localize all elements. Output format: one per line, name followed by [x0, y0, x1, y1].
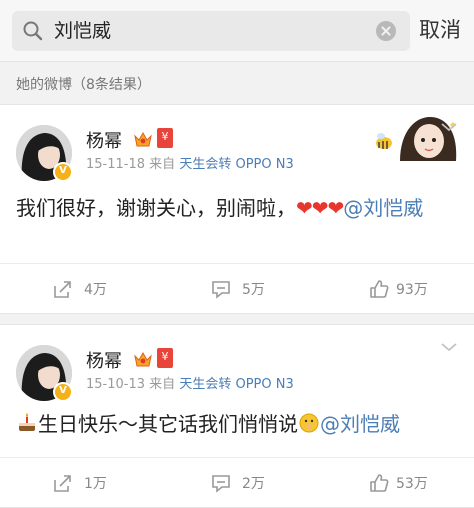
like-count: 53万	[396, 476, 428, 492]
search-query: 刘恺威	[54, 20, 112, 42]
comment-button[interactable]: 2万	[158, 458, 316, 508]
post-date: 15-11-18	[86, 157, 146, 172]
result-header: 她的微博（8条结果）	[0, 62, 474, 104]
post-meta: 15-11-18 来自 天生会转 OPPO N3	[86, 153, 294, 172]
repost-icon	[54, 475, 71, 492]
search-input[interactable]: 刘恺威	[12, 11, 410, 51]
post-text: 我们很好，谢谢关心，别闹啦，	[16, 196, 296, 220]
post-source[interactable]: 天生会转	[179, 157, 231, 172]
search-icon	[23, 21, 43, 41]
repost-button[interactable]: 1万	[0, 458, 158, 508]
verified-badge-icon	[53, 162, 73, 182]
post-card[interactable]: 杨幂 15-10-13 来自 天生会转 OPPO N3 生日快乐～其它话我们悄悄…	[0, 324, 474, 508]
comment-count: 2万	[242, 476, 265, 492]
shush-emoji-icon	[299, 413, 319, 433]
user-name[interactable]: 杨幂	[86, 127, 122, 153]
comment-icon	[212, 281, 230, 299]
result-count-label: 她的微博（8条结果）	[16, 77, 151, 93]
post-device[interactable]: OPPO N3	[235, 377, 293, 392]
chevron-down-icon[interactable]	[440, 121, 458, 133]
post-text: 生日快乐～其它话我们悄悄说	[38, 412, 298, 436]
post-device[interactable]: OPPO N3	[235, 157, 293, 172]
like-icon	[370, 280, 389, 298]
post-content: 我们很好，谢谢关心，别闹啦，❤❤❤@刘恺威	[16, 193, 456, 223]
verified-badge-icon	[53, 382, 73, 402]
search-bar: 刘恺威 取消	[0, 0, 474, 62]
comment-button[interactable]: 5万	[158, 264, 316, 314]
repost-count: 4万	[84, 282, 107, 298]
comment-icon	[212, 475, 230, 493]
post-source[interactable]: 天生会转	[179, 377, 231, 392]
post-actions: 4万 5万 93万	[0, 263, 474, 313]
repost-icon	[54, 281, 71, 298]
red-badge-icon	[157, 348, 173, 368]
cancel-button[interactable]: 取消	[419, 16, 461, 44]
post-date: 15-10-13	[86, 377, 146, 392]
heart-emoji-icon: ❤❤❤	[296, 196, 344, 220]
post-actions: 1万 2万 53万	[0, 457, 474, 507]
mention-link[interactable]: @刘恺威	[343, 196, 423, 220]
mention-link[interactable]: @刘恺威	[320, 412, 400, 436]
crown-icon	[134, 351, 152, 367]
post-meta: 15-10-13 来自 天生会转 OPPO N3	[86, 373, 294, 392]
red-badge-icon	[157, 128, 173, 148]
repost-button[interactable]: 4万	[0, 264, 158, 314]
like-count: 93万	[396, 282, 428, 298]
comment-count: 5万	[242, 282, 265, 298]
post-content: 生日快乐～其它话我们悄悄说 @刘恺威	[16, 409, 466, 439]
like-icon	[370, 474, 389, 492]
chevron-down-icon[interactable]	[440, 341, 458, 353]
crown-icon	[134, 131, 152, 147]
post-card[interactable]: 杨幂 15-11-18 来自 天生会转 OPPO N3 我们很好，谢谢关心，别闹…	[0, 104, 474, 314]
post-via: 来自	[149, 377, 176, 392]
post-via: 来自	[149, 157, 176, 172]
user-name[interactable]: 杨幂	[86, 347, 122, 373]
repost-count: 1万	[84, 476, 107, 492]
like-button[interactable]: 93万	[316, 264, 474, 314]
like-button[interactable]: 53万	[316, 458, 474, 508]
clear-icon[interactable]	[376, 21, 396, 41]
cake-icon	[19, 413, 35, 431]
